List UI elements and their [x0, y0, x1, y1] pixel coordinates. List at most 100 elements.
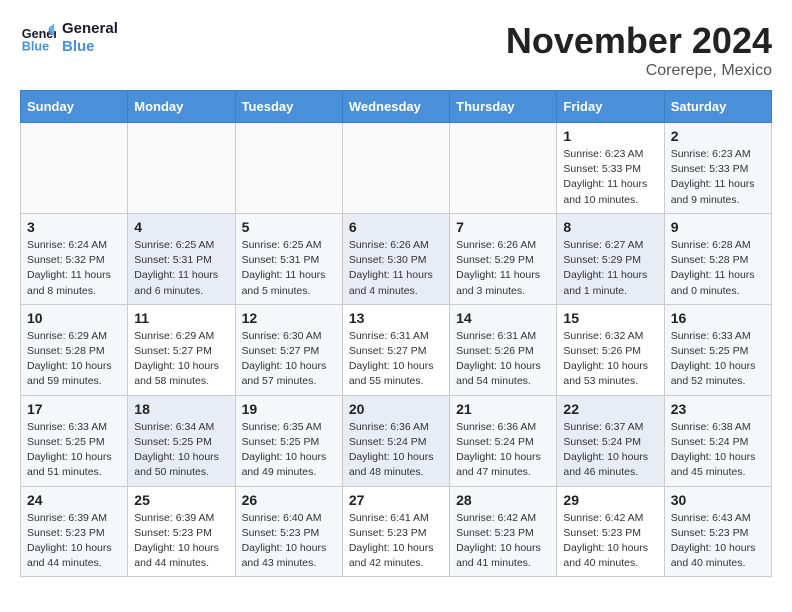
calendar-cell: 11 Sunrise: 6:29 AM Sunset: 5:27 PM Dayli…	[128, 304, 235, 395]
calendar-cell: 6 Sunrise: 6:26 AM Sunset: 5:30 PM Daylig…	[342, 213, 449, 304]
calendar-cell: 8 Sunrise: 6:27 AM Sunset: 5:29 PM Daylig…	[557, 213, 664, 304]
day-info: Sunrise: 6:27 AM Sunset: 5:29 PM Dayligh…	[563, 238, 657, 299]
calendar-week-3: 10 Sunrise: 6:29 AM Sunset: 5:28 PM Dayli…	[21, 304, 772, 395]
day-info: Sunrise: 6:33 AM Sunset: 5:25 PM Dayligh…	[27, 420, 121, 481]
day-number: 8	[563, 219, 657, 235]
calendar-cell: 28 Sunrise: 6:42 AM Sunset: 5:23 PM Dayli…	[450, 486, 557, 577]
day-info: Sunrise: 6:39 AM Sunset: 5:23 PM Dayligh…	[134, 511, 228, 572]
calendar-cell: 18Sunrise: 6:34 AM Sunset: 5:25 PM Dayli…	[128, 395, 235, 486]
month-title: November 2024	[506, 20, 772, 62]
day-number: 17	[27, 401, 121, 417]
calendar-cell: 17 Sunrise: 6:33 AM Sunset: 5:25 PM Dayli…	[21, 395, 128, 486]
day-number: 6	[349, 219, 443, 235]
day-number: 21	[456, 401, 550, 417]
calendar-cell: 26 Sunrise: 6:40 AM Sunset: 5:23 PM Dayli…	[235, 486, 342, 577]
day-info: Sunrise: 6:41 AM Sunset: 5:23 PM Dayligh…	[349, 511, 443, 572]
day-info: Sunrise: 6:42 AM Sunset: 5:23 PM Dayligh…	[456, 511, 550, 572]
day-info: Sunrise: 6:39 AM Sunset: 5:23 PM Dayligh…	[27, 511, 121, 572]
day-number: 15	[563, 310, 657, 326]
day-number: 4	[134, 219, 228, 235]
calendar-header-sunday: Sunday	[21, 91, 128, 123]
day-number: 5	[242, 219, 336, 235]
day-info: Sunrise: 6:29 AM Sunset: 5:28 PM Dayligh…	[27, 329, 121, 390]
day-number: 12	[242, 310, 336, 326]
header: General Blue General Blue November 2024 …	[20, 20, 772, 80]
calendar-cell	[21, 123, 128, 214]
logo-general: General	[62, 20, 118, 38]
day-number: 14	[456, 310, 550, 326]
calendar-cell: 16Sunrise: 6:33 AM Sunset: 5:25 PM Dayli…	[664, 304, 771, 395]
day-number: 25	[134, 492, 228, 508]
day-number: 30	[671, 492, 765, 508]
day-number: 20	[349, 401, 443, 417]
day-info: Sunrise: 6:35 AM Sunset: 5:25 PM Dayligh…	[242, 420, 336, 481]
day-info: Sunrise: 6:40 AM Sunset: 5:23 PM Dayligh…	[242, 511, 336, 572]
calendar-header-monday: Monday	[128, 91, 235, 123]
day-number: 18	[134, 401, 228, 417]
calendar-cell: 21 Sunrise: 6:36 AM Sunset: 5:24 PM Dayli…	[450, 395, 557, 486]
calendar-header-saturday: Saturday	[664, 91, 771, 123]
day-info: Sunrise: 6:26 AM Sunset: 5:30 PM Dayligh…	[349, 238, 443, 299]
calendar-cell: 14 Sunrise: 6:31 AM Sunset: 5:26 PM Dayli…	[450, 304, 557, 395]
location: Corerepe, Mexico	[506, 62, 772, 80]
day-info: Sunrise: 6:38 AM Sunset: 5:24 PM Dayligh…	[671, 420, 765, 481]
day-info: Sunrise: 6:32 AM Sunset: 5:26 PM Dayligh…	[563, 329, 657, 390]
day-info: Sunrise: 6:28 AM Sunset: 5:28 PM Dayligh…	[671, 238, 765, 299]
calendar-week-1: 1 Sunrise: 6:23 AM Sunset: 5:33 PM Daylig…	[21, 123, 772, 214]
day-info: Sunrise: 6:36 AM Sunset: 5:24 PM Dayligh…	[456, 420, 550, 481]
calendar-body: 1 Sunrise: 6:23 AM Sunset: 5:33 PM Daylig…	[21, 123, 772, 577]
day-number: 3	[27, 219, 121, 235]
calendar-cell: 20Sunrise: 6:36 AM Sunset: 5:24 PM Dayli…	[342, 395, 449, 486]
day-number: 11	[134, 310, 228, 326]
day-info: Sunrise: 6:37 AM Sunset: 5:24 PM Dayligh…	[563, 420, 657, 481]
svg-text:Blue: Blue	[22, 40, 49, 54]
calendar-cell: 30Sunrise: 6:43 AM Sunset: 5:23 PM Dayli…	[664, 486, 771, 577]
calendar-cell: 22 Sunrise: 6:37 AM Sunset: 5:24 PM Dayli…	[557, 395, 664, 486]
calendar-cell: 10 Sunrise: 6:29 AM Sunset: 5:28 PM Dayli…	[21, 304, 128, 395]
calendar-cell: 5 Sunrise: 6:25 AM Sunset: 5:31 PM Daylig…	[235, 213, 342, 304]
calendar-cell	[450, 123, 557, 214]
calendar-header-thursday: Thursday	[450, 91, 557, 123]
calendar-cell: 7Sunrise: 6:26 AM Sunset: 5:29 PM Daylig…	[450, 213, 557, 304]
day-number: 26	[242, 492, 336, 508]
calendar-cell: 23 Sunrise: 6:38 AM Sunset: 5:24 PM Dayli…	[664, 395, 771, 486]
day-info: Sunrise: 6:24 AM Sunset: 5:32 PM Dayligh…	[27, 238, 121, 299]
day-number: 22	[563, 401, 657, 417]
calendar-cell: 27 Sunrise: 6:41 AM Sunset: 5:23 PM Dayli…	[342, 486, 449, 577]
day-info: Sunrise: 6:30 AM Sunset: 5:27 PM Dayligh…	[242, 329, 336, 390]
calendar-cell: 3 Sunrise: 6:24 AM Sunset: 5:32 PM Daylig…	[21, 213, 128, 304]
day-info: Sunrise: 6:23 AM Sunset: 5:33 PM Dayligh…	[671, 147, 765, 208]
calendar-cell: 29 Sunrise: 6:42 AM Sunset: 5:23 PM Dayli…	[557, 486, 664, 577]
day-number: 2	[671, 128, 765, 144]
day-info: Sunrise: 6:29 AM Sunset: 5:27 PM Dayligh…	[134, 329, 228, 390]
calendar-cell: 9 Sunrise: 6:28 AM Sunset: 5:28 PM Daylig…	[664, 213, 771, 304]
day-info: Sunrise: 6:26 AM Sunset: 5:29 PM Dayligh…	[456, 238, 550, 299]
day-number: 16	[671, 310, 765, 326]
day-number: 23	[671, 401, 765, 417]
calendar: SundayMondayTuesdayWednesdayThursdayFrid…	[20, 90, 772, 577]
day-number: 28	[456, 492, 550, 508]
day-number: 13	[349, 310, 443, 326]
calendar-header-friday: Friday	[557, 91, 664, 123]
day-info: Sunrise: 6:23 AM Sunset: 5:33 PM Dayligh…	[563, 147, 657, 208]
calendar-cell: 12 Sunrise: 6:30 AM Sunset: 5:27 PM Dayli…	[235, 304, 342, 395]
day-info: Sunrise: 6:42 AM Sunset: 5:23 PM Dayligh…	[563, 511, 657, 572]
calendar-cell	[128, 123, 235, 214]
calendar-cell: 4 Sunrise: 6:25 AM Sunset: 5:31 PM Daylig…	[128, 213, 235, 304]
day-number: 10	[27, 310, 121, 326]
day-number: 1	[563, 128, 657, 144]
day-info: Sunrise: 6:25 AM Sunset: 5:31 PM Dayligh…	[134, 238, 228, 299]
calendar-cell	[342, 123, 449, 214]
calendar-cell: 2 Sunrise: 6:23 AM Sunset: 5:33 PM Daylig…	[664, 123, 771, 214]
day-number: 27	[349, 492, 443, 508]
calendar-header-tuesday: Tuesday	[235, 91, 342, 123]
day-number: 29	[563, 492, 657, 508]
calendar-header-row: SundayMondayTuesdayWednesdayThursdayFrid…	[21, 91, 772, 123]
logo-icon: General Blue	[20, 20, 56, 56]
day-info: Sunrise: 6:31 AM Sunset: 5:27 PM Dayligh…	[349, 329, 443, 390]
day-info: Sunrise: 6:25 AM Sunset: 5:31 PM Dayligh…	[242, 238, 336, 299]
calendar-cell: 25 Sunrise: 6:39 AM Sunset: 5:23 PM Dayli…	[128, 486, 235, 577]
day-info: Sunrise: 6:31 AM Sunset: 5:26 PM Dayligh…	[456, 329, 550, 390]
calendar-week-2: 3 Sunrise: 6:24 AM Sunset: 5:32 PM Daylig…	[21, 213, 772, 304]
day-number: 9	[671, 219, 765, 235]
